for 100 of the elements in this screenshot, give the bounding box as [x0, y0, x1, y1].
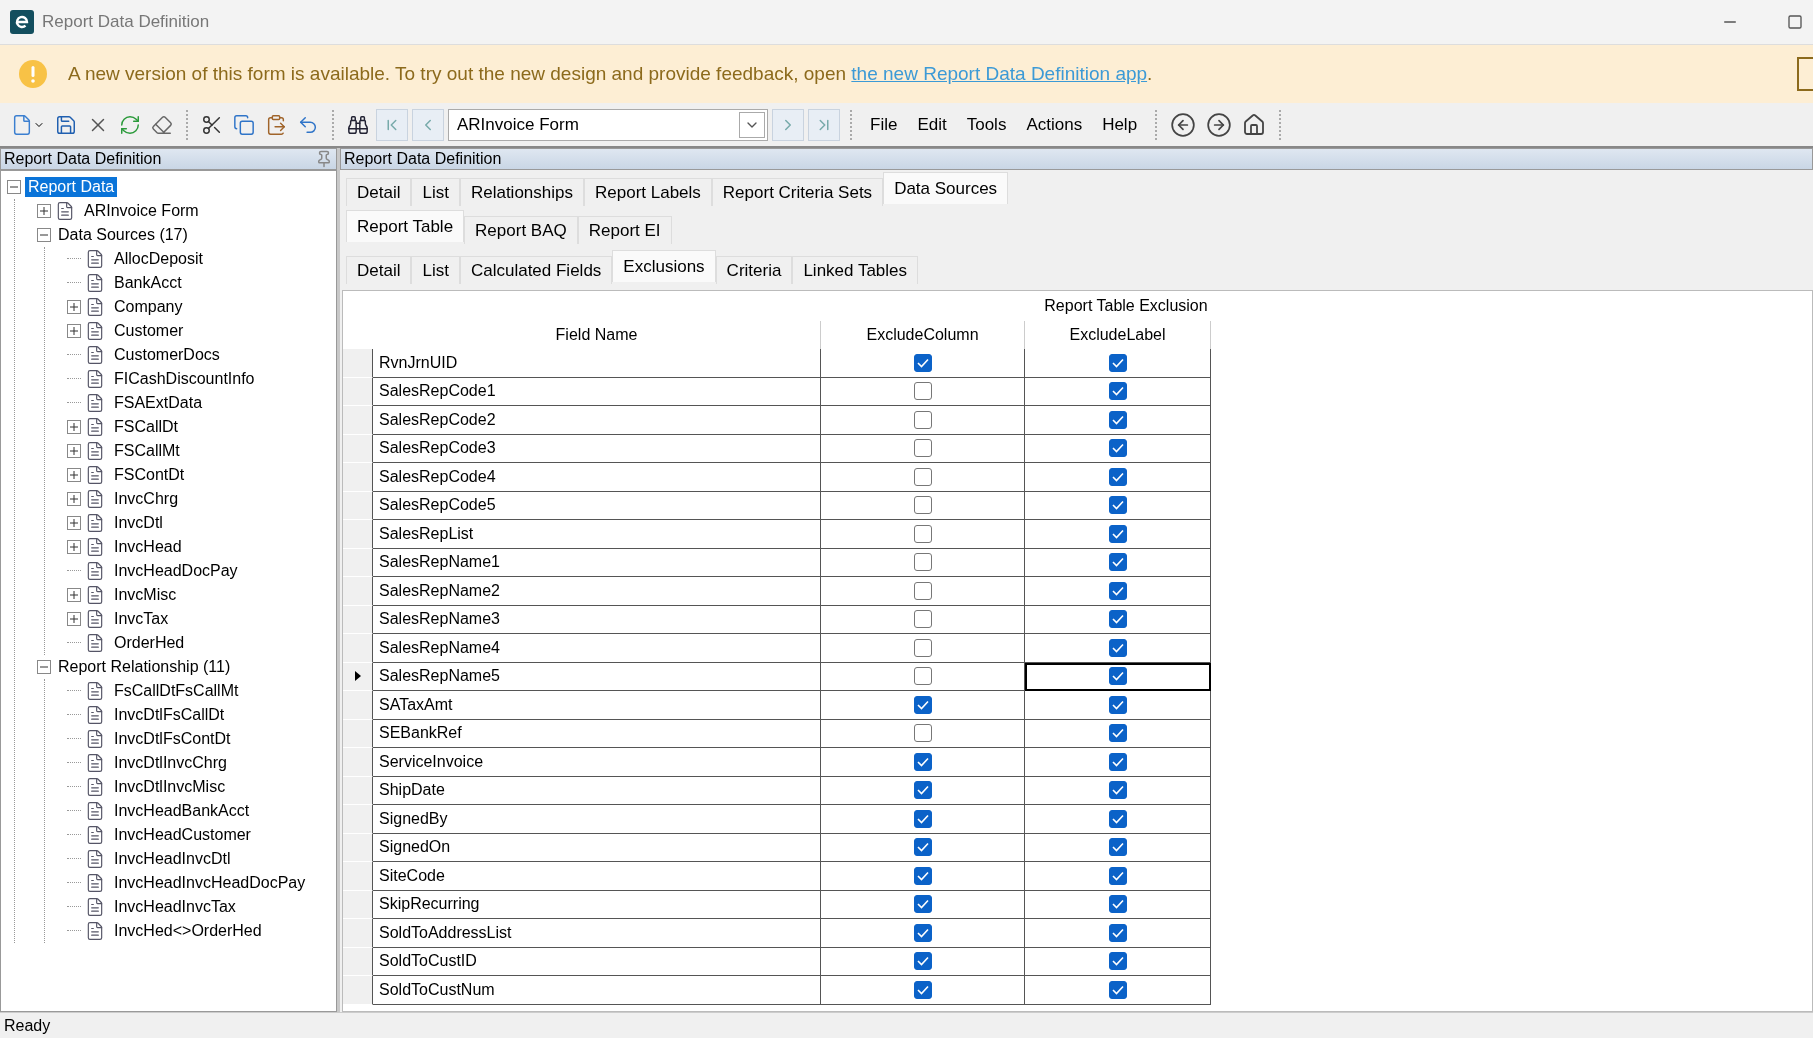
menu-item[interactable]: File: [862, 110, 906, 139]
tree-item[interactable]: InvcTax: [111, 609, 172, 629]
checkbox[interactable]: [1108, 980, 1127, 999]
tab[interactable]: Report BAQ: [464, 216, 578, 244]
plus-icon[interactable]: [67, 420, 81, 434]
checkbox[interactable]: [913, 524, 932, 543]
plus-icon[interactable]: [67, 492, 81, 506]
row-header[interactable]: [343, 976, 373, 1005]
tree-item[interactable]: InvcHeadBankAcct: [111, 801, 253, 821]
checkbox[interactable]: [913, 667, 932, 686]
row-header[interactable]: [343, 719, 373, 748]
checkbox[interactable]: [913, 724, 932, 743]
checkbox[interactable]: [1108, 866, 1127, 885]
tree-item[interactable]: FSContDt: [111, 465, 188, 485]
checkbox[interactable]: [913, 353, 932, 372]
plus-icon[interactable]: [67, 444, 81, 458]
tab[interactable]: List: [411, 178, 460, 206]
tab[interactable]: Relationships: [459, 178, 584, 206]
row-header[interactable]: [343, 691, 373, 720]
checkbox[interactable]: [1108, 553, 1127, 572]
tab[interactable]: Report Table: [346, 210, 465, 242]
checkbox[interactable]: [1108, 667, 1127, 686]
column-header[interactable]: Field Name: [373, 321, 821, 349]
tab[interactable]: Calculated Fields: [459, 256, 613, 284]
maximize-icon[interactable]: [1787, 14, 1803, 30]
checkbox[interactable]: [913, 923, 932, 942]
menu-item[interactable]: Help: [1094, 110, 1146, 139]
row-header[interactable]: [343, 463, 373, 492]
tree-item[interactable]: InvcDtl: [111, 513, 166, 533]
row-header[interactable]: [343, 406, 373, 435]
pin-icon[interactable]: [315, 150, 333, 168]
checkbox[interactable]: [1108, 895, 1127, 914]
row-header[interactable]: [343, 919, 373, 948]
checkbox[interactable]: [913, 439, 932, 458]
row-header[interactable]: [343, 634, 373, 663]
checkbox[interactable]: [913, 496, 932, 515]
checkbox[interactable]: [1108, 724, 1127, 743]
tab[interactable]: List: [411, 256, 460, 284]
row-header[interactable]: [343, 377, 373, 406]
checkbox[interactable]: [913, 553, 932, 572]
checkbox[interactable]: [913, 410, 932, 429]
checkbox[interactable]: [913, 952, 932, 971]
row-header[interactable]: [343, 890, 373, 919]
checkbox[interactable]: [1108, 809, 1127, 828]
menu-item[interactable]: Actions: [1018, 110, 1091, 139]
tree-item[interactable]: InvcDtlFsCallDt: [111, 705, 228, 725]
tree-item[interactable]: InvcHeadInvcHeadDocPay: [111, 873, 309, 893]
checkbox[interactable]: [1108, 695, 1127, 714]
tree-item[interactable]: Report Data: [25, 177, 118, 197]
row-header[interactable]: [343, 862, 373, 891]
tree-item[interactable]: InvcHeadInvcDtl: [111, 849, 234, 869]
row-header[interactable]: [343, 434, 373, 463]
checkbox[interactable]: [1108, 524, 1127, 543]
plus-icon[interactable]: [67, 324, 81, 338]
menu-item[interactable]: Edit: [909, 110, 955, 139]
checkbox[interactable]: [913, 382, 932, 401]
minus-icon[interactable]: [37, 228, 51, 242]
tree-item[interactable]: BankAcct: [111, 273, 185, 293]
tree-item[interactable]: OrderHed: [111, 633, 188, 653]
tree-item[interactable]: FICashDiscountInfo: [111, 369, 258, 389]
tab[interactable]: Report EI: [577, 216, 672, 244]
checkbox[interactable]: [913, 467, 932, 486]
tree-item[interactable]: InvcHeadDocPay: [111, 561, 241, 581]
checkbox[interactable]: [1108, 496, 1127, 515]
checkbox[interactable]: [913, 695, 932, 714]
tree-item[interactable]: InvcHed<>OrderHed: [111, 921, 265, 941]
row-header[interactable]: [343, 662, 373, 691]
tree-item[interactable]: Customer: [111, 321, 187, 341]
row-header[interactable]: [343, 776, 373, 805]
row-header[interactable]: [343, 520, 373, 549]
tree-item[interactable]: ARInvoice Form: [81, 201, 202, 221]
banner-button[interactable]: [1797, 57, 1813, 91]
row-header[interactable]: [343, 349, 373, 378]
plus-icon[interactable]: [67, 588, 81, 602]
checkbox[interactable]: [1108, 923, 1127, 942]
tree-item[interactable]: FSCallDt: [111, 417, 181, 437]
checkbox[interactable]: [1108, 781, 1127, 800]
checkbox[interactable]: [1108, 610, 1127, 629]
tree-item[interactable]: InvcChrg: [111, 489, 182, 509]
row-header[interactable]: [343, 833, 373, 862]
tree-item[interactable]: CustomerDocs: [111, 345, 223, 365]
checkbox[interactable]: [1108, 439, 1127, 458]
plus-icon[interactable]: [37, 204, 51, 218]
row-header[interactable]: [343, 805, 373, 834]
tree-item[interactable]: Report Relationship (11): [55, 657, 234, 677]
checkbox[interactable]: [913, 809, 932, 828]
checkbox[interactable]: [913, 752, 932, 771]
tab[interactable]: Exclusions: [612, 250, 716, 282]
tree-item[interactable]: InvcMisc: [111, 585, 180, 605]
column-header[interactable]: ExcludeColumn: [821, 321, 1025, 349]
tab[interactable]: Linked Tables: [792, 256, 919, 284]
menu-item[interactable]: Tools: [958, 110, 1015, 139]
checkbox[interactable]: [1108, 838, 1127, 857]
tab[interactable]: Report Labels: [584, 178, 712, 206]
tree-item[interactable]: Company: [111, 297, 186, 317]
row-header[interactable]: [343, 548, 373, 577]
tab[interactable]: Detail: [346, 178, 412, 206]
minus-icon[interactable]: [37, 660, 51, 674]
checkbox[interactable]: [913, 895, 932, 914]
tree-item[interactable]: InvcHead: [111, 537, 185, 557]
